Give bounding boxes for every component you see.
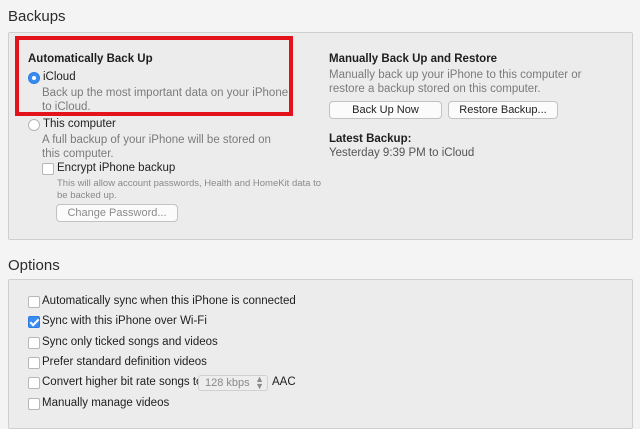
wifi-sync-label[interactable]: Sync with this iPhone over Wi-Fi <box>42 315 207 327</box>
back-up-now-button[interactable]: Back Up Now <box>329 101 442 119</box>
auto-sync-checkbox[interactable] <box>28 296 40 308</box>
ticked-only-checkbox[interactable] <box>28 337 40 349</box>
this-computer-label[interactable]: This computer <box>43 118 116 130</box>
icloud-highlight-box <box>15 36 293 116</box>
standard-definition-label[interactable]: Prefer standard definition videos <box>42 356 207 368</box>
manual-backup-heading: Manually Back Up and Restore <box>329 53 498 65</box>
options-panel: Automatically sync when this iPhone is c… <box>8 279 633 429</box>
auto-sync-label[interactable]: Automatically sync when this iPhone is c… <box>42 295 296 307</box>
bitrate-select-value: 128 kbps <box>205 377 250 389</box>
encrypt-backup-description: This will allow account passwords, Healt… <box>57 178 322 201</box>
manual-videos-checkbox[interactable] <box>28 398 40 410</box>
wifi-sync-checkbox[interactable] <box>28 316 40 328</box>
change-password-button[interactable]: Change Password... <box>56 204 178 222</box>
standard-definition-checkbox[interactable] <box>28 357 40 369</box>
bitrate-format-label: AAC <box>272 376 296 388</box>
this-computer-radio[interactable] <box>28 119 40 131</box>
encrypt-backup-label[interactable]: Encrypt iPhone backup <box>57 162 175 174</box>
latest-backup-value: Yesterday 9:39 PM to iCloud <box>329 147 475 159</box>
options-title: Options <box>8 257 60 274</box>
restore-backup-button[interactable]: Restore Backup... <box>448 101 558 119</box>
this-computer-description: A full backup of your iPhone will be sto… <box>42 134 271 160</box>
encrypt-backup-checkbox[interactable] <box>42 163 54 175</box>
bitrate-select[interactable]: 128 kbps ▲ ▼ <box>198 375 268 391</box>
manual-backup-description: Manually back up your iPhone to this com… <box>329 69 582 95</box>
convert-bitrate-checkbox[interactable] <box>28 377 40 389</box>
manual-videos-label[interactable]: Manually manage videos <box>42 397 169 409</box>
backups-title: Backups <box>8 8 66 25</box>
ticked-only-label[interactable]: Sync only ticked songs and videos <box>42 336 218 348</box>
chevron-updown-icon: ▲ ▼ <box>255 374 264 391</box>
latest-backup-heading: Latest Backup: <box>329 133 412 145</box>
convert-bitrate-label[interactable]: Convert higher bit rate songs to <box>42 376 202 388</box>
